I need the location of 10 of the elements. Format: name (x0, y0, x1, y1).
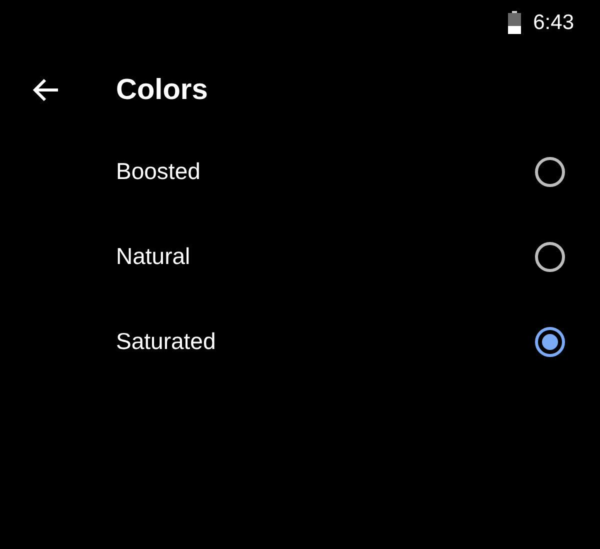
status-time: 6:43 (533, 10, 574, 34)
option-label[interactable]: Boosted (116, 158, 200, 185)
back-arrow-icon[interactable] (32, 78, 60, 102)
radio-button[interactable] (534, 156, 566, 188)
option-label[interactable]: Saturated (116, 328, 216, 355)
radio-button[interactable] (534, 240, 566, 272)
battery-icon (508, 11, 522, 34)
radio-button[interactable] (534, 326, 566, 358)
option-label[interactable]: Natural (116, 243, 190, 270)
screen-title: Colors (116, 74, 208, 106)
